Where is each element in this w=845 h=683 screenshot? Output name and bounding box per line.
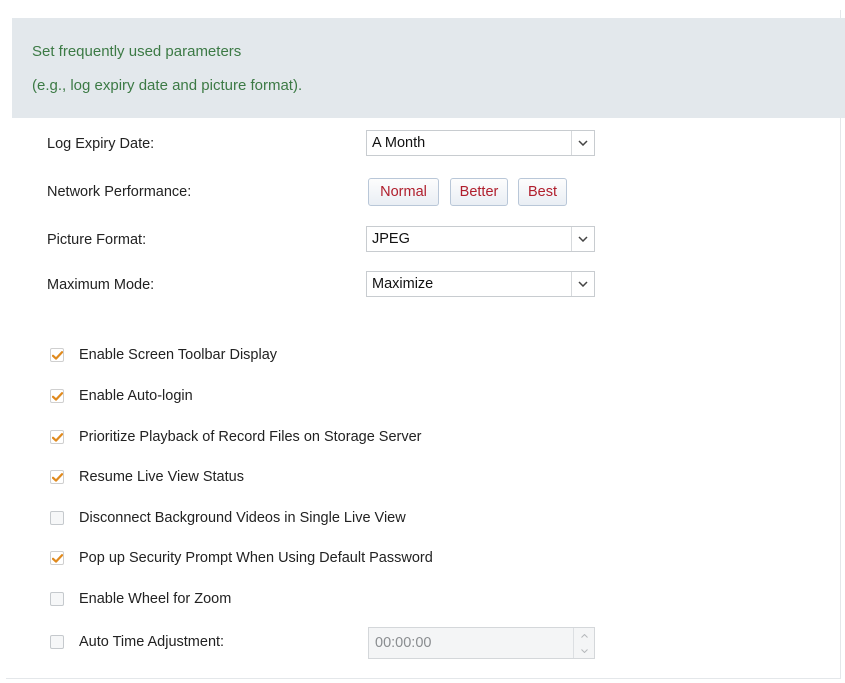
check-icon <box>51 432 63 442</box>
checkbox-row-auto-login[interactable]: Enable Auto-login <box>50 386 193 406</box>
chevron-down-icon[interactable] <box>571 272 594 296</box>
best-button[interactable]: Best <box>518 178 567 206</box>
log-expiry-label: Log Expiry Date: <box>47 136 155 152</box>
spin-up-icon[interactable] <box>574 628 594 643</box>
normal-button[interactable]: Normal <box>368 178 439 206</box>
checkbox-label: Enable Auto-login <box>79 388 193 404</box>
check-icon <box>51 553 63 563</box>
checkbox-row-resume-live-view[interactable]: Resume Live View Status <box>50 467 244 487</box>
maximum-mode-select[interactable]: Maximize <box>366 271 595 297</box>
checkbox-label: Disconnect Background Videos in Single L… <box>79 510 406 526</box>
better-button[interactable]: Better <box>450 178 508 206</box>
checkbox-label: Enable Screen Toolbar Display <box>79 347 278 363</box>
checkbox-disconnect-background[interactable] <box>50 511 64 525</box>
check-icon <box>51 350 63 360</box>
auto-time-value: 00:00:00 <box>375 635 432 651</box>
picture-format-value: JPEG <box>372 231 410 247</box>
checkbox-label: Pop up Security Prompt When Using Defaul… <box>79 550 433 566</box>
network-performance-label: Network Performance: <box>47 184 192 200</box>
check-icon <box>51 472 63 482</box>
checkbox-row-security-prompt[interactable]: Pop up Security Prompt When Using Defaul… <box>50 548 433 568</box>
checkbox-row-prioritize-playback[interactable]: Prioritize Playback of Record Files on S… <box>50 427 422 447</box>
chevron-down-icon[interactable] <box>571 131 594 155</box>
auto-time-input[interactable]: 00:00:00 <box>368 627 595 659</box>
maximum-mode-label: Maximum Mode: <box>47 277 155 293</box>
checkbox-row-wheel-zoom[interactable]: Enable Wheel for Zoom <box>50 589 231 609</box>
spin-down-icon[interactable] <box>574 643 594 658</box>
hint-line-2: (e.g., log expiry date and picture forma… <box>32 77 303 94</box>
checkbox-row-disconnect-background[interactable]: Disconnect Background Videos in Single L… <box>50 508 406 528</box>
picture-format-select[interactable]: JPEG <box>366 226 595 252</box>
checkbox-screen-toolbar[interactable] <box>50 348 64 362</box>
checkbox-label: Resume Live View Status <box>79 469 244 485</box>
maximum-mode-value: Maximize <box>372 276 434 292</box>
log-expiry-select[interactable]: A Month <box>366 130 595 156</box>
checkbox-wheel-zoom[interactable] <box>50 592 64 606</box>
checkbox-row-auto-time[interactable]: Auto Time Adjustment: <box>50 632 224 652</box>
time-spinner[interactable] <box>573 628 594 658</box>
checkbox-prioritize-playback[interactable] <box>50 430 64 444</box>
chevron-down-icon[interactable] <box>571 227 594 251</box>
checkbox-auto-login[interactable] <box>50 389 64 403</box>
picture-format-label: Picture Format: <box>47 232 147 248</box>
info-banner: Set frequently used parameters (e.g., lo… <box>12 18 845 118</box>
checkbox-auto-time[interactable] <box>50 635 64 649</box>
checkbox-security-prompt[interactable] <box>50 551 64 565</box>
checkbox-label: Auto Time Adjustment: <box>79 634 225 650</box>
checkbox-row-screen-toolbar[interactable]: Enable Screen Toolbar Display <box>50 345 277 365</box>
checkbox-resume-live-view[interactable] <box>50 470 64 484</box>
checkbox-label: Enable Wheel for Zoom <box>79 591 232 607</box>
hint-line-1: Set frequently used parameters <box>32 43 242 60</box>
check-icon <box>51 391 63 401</box>
checkbox-label: Prioritize Playback of Record Files on S… <box>79 429 422 445</box>
log-expiry-value: A Month <box>372 135 426 151</box>
